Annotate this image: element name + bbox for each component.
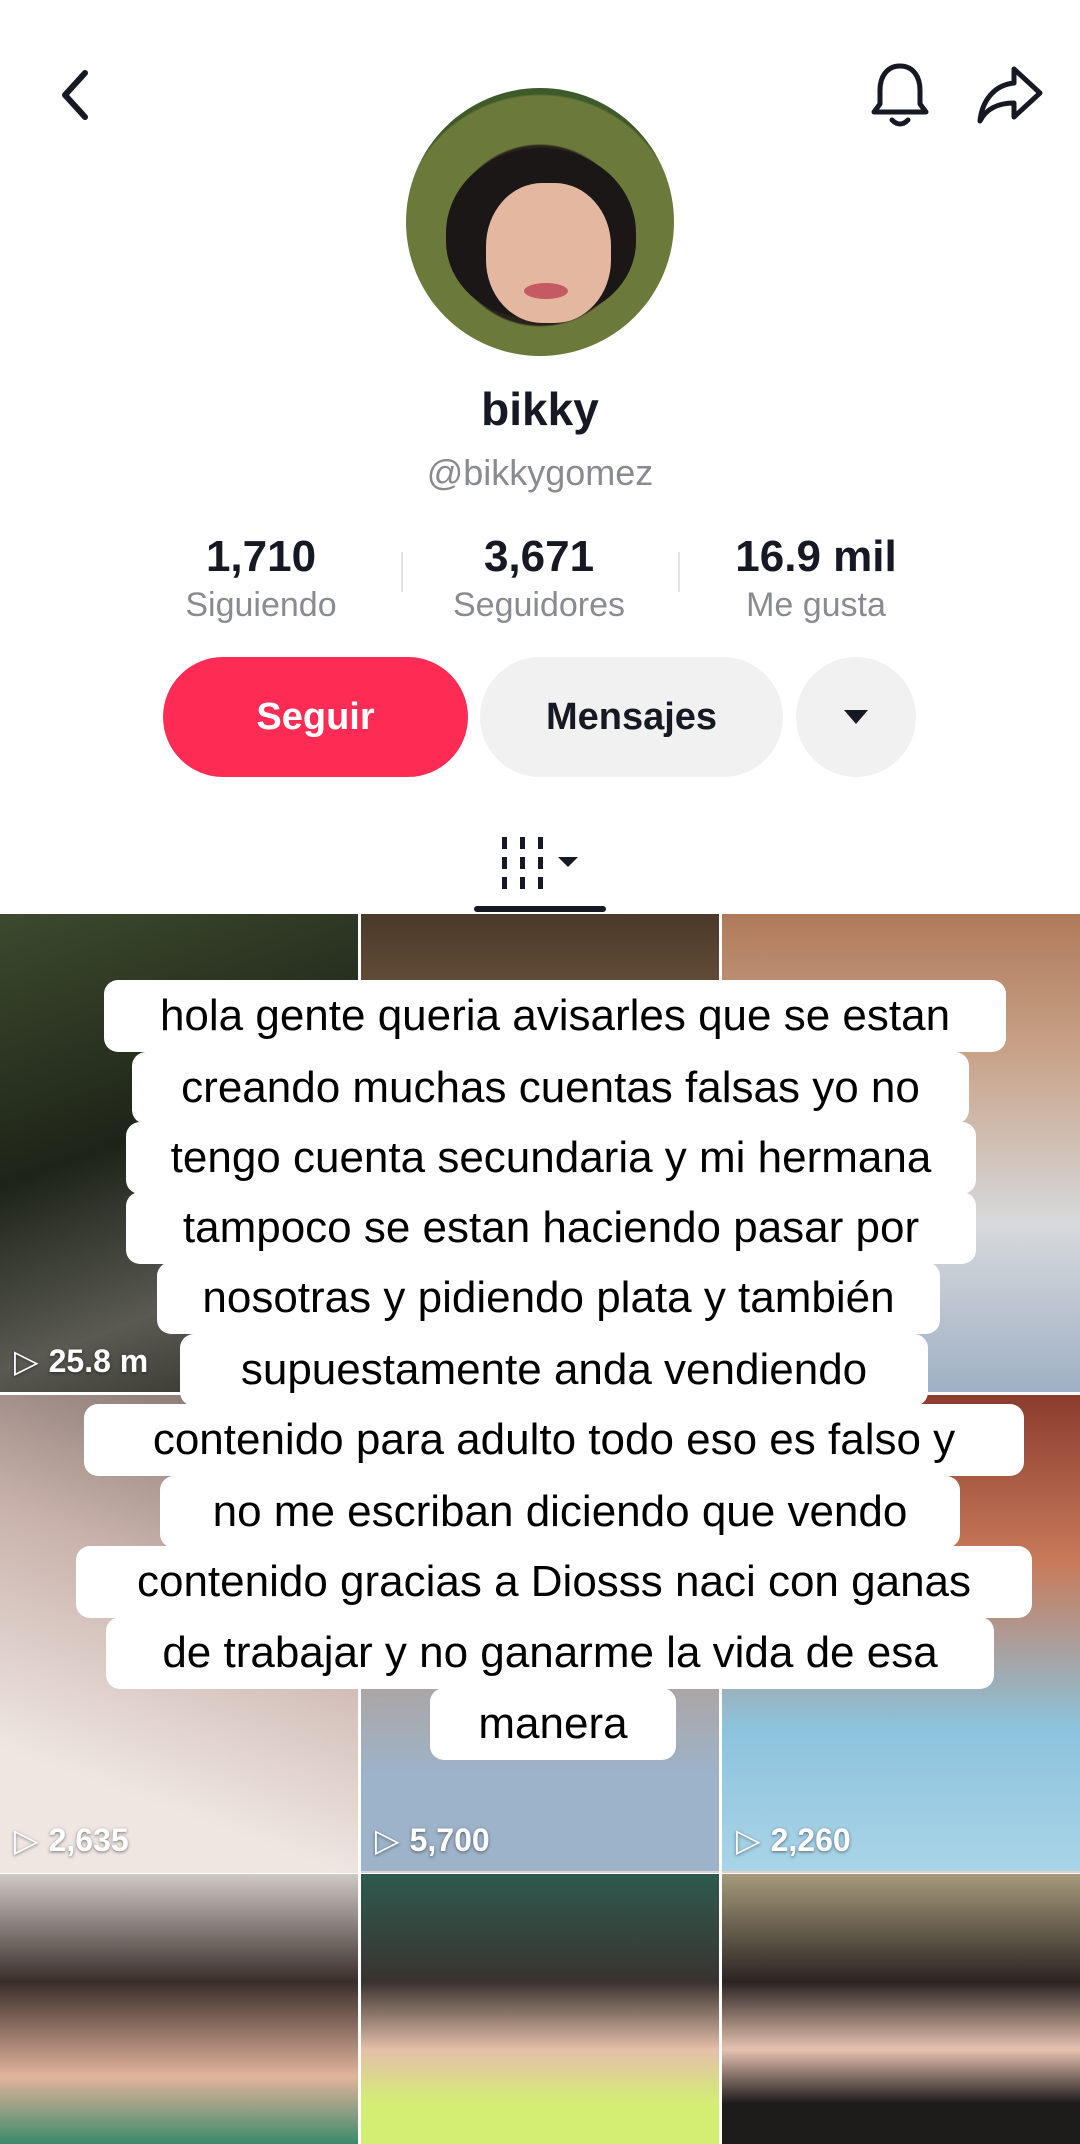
- caption-line: hola gente queria avisarles que se estan: [104, 980, 1006, 1052]
- caption-line: contenido gracias a Diosss naci con gana…: [76, 1546, 1032, 1618]
- caption-line: contenido para adulto todo eso es falso …: [84, 1404, 1024, 1476]
- caption-line: de trabajar y no ganarme la vida de esa: [106, 1617, 994, 1689]
- caption-line: no me escriban diciendo que vendo: [160, 1476, 960, 1548]
- caption-line: tengo cuenta secundaria y mi hermana: [126, 1122, 976, 1194]
- caption-line: supuestamente anda vendiendo: [180, 1334, 928, 1406]
- caption-line: creando muchas cuentas falsas yo no: [132, 1052, 969, 1124]
- caption-line: manera: [430, 1688, 676, 1760]
- caption-overlay: hola gente queria avisarles que se estan…: [0, 0, 1080, 2144]
- caption-line: nosotras y pidiendo plata y también: [157, 1262, 940, 1334]
- caption-line: tampoco se estan haciendo pasar por: [126, 1192, 976, 1264]
